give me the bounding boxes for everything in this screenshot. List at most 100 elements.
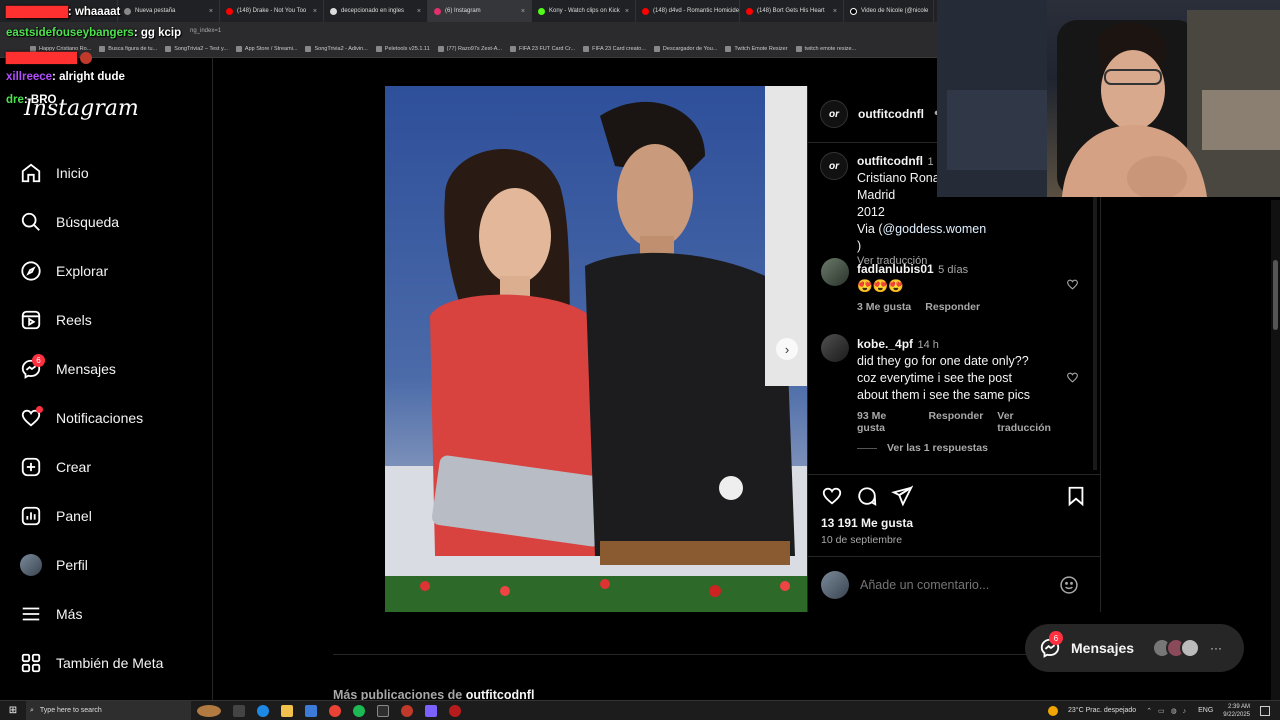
browser-tab[interactable]: decepcionado en ingles × (324, 0, 428, 22)
app-icon[interactable] (401, 704, 413, 717)
chat-message: xillreece: alright dude (6, 71, 125, 83)
divider (333, 654, 1033, 655)
page-scrollbar[interactable] (1271, 200, 1280, 700)
comment-input[interactable] (860, 575, 1050, 595)
close-tab-icon[interactable]: × (521, 8, 525, 15)
search-icon: ⌕ (30, 706, 34, 714)
like-icon[interactable] (821, 485, 843, 507)
bookmark-item[interactable]: Twitch Emote Resizer (725, 45, 788, 52)
avatar (1180, 638, 1201, 658)
emoji-icon[interactable] (1059, 575, 1079, 595)
next-photo-button[interactable]: › (776, 338, 798, 360)
close-tab-icon[interactable]: × (417, 8, 421, 15)
browser-tab[interactable]: Video de Nicole (@nicole (844, 0, 934, 22)
bookmark-item[interactable]: SongTrivia2 – Test y... (165, 45, 228, 52)
nav-item-perfil[interactable]: Perfil (20, 550, 88, 580)
translate-link[interactable]: Ver traducción (997, 410, 1067, 434)
chart-icon (21, 506, 41, 526)
author-username[interactable]: outfitcodnfl (858, 107, 924, 121)
like-comment-icon[interactable] (1066, 371, 1079, 384)
system-tray: 23°C Prac. despejado ⌃ ▭ ◍ ♪ ENG 2:39 AM… (1048, 703, 1280, 719)
chevron-right-icon: › (784, 341, 790, 357)
chat-username: ▇▇▇▇▇▇▇ (6, 6, 68, 18)
menu-icon (22, 607, 40, 621)
nav-item-mensajes[interactable]: 6 Mensajes (20, 354, 116, 384)
comment-likes[interactable]: 3 Me gusta (857, 301, 911, 313)
view-replies[interactable]: Ver las 1 respuestas (857, 442, 988, 454)
save-icon[interactable] (1065, 485, 1087, 507)
browser-tab[interactable]: (148) d4vd - Romantic Homicide× (636, 0, 740, 22)
scrollbar-thumb[interactable] (1273, 260, 1278, 330)
bookmark-item[interactable]: (77) Razo97s Zest-A... (437, 45, 502, 52)
nav-item-inicio[interactable]: Inicio (20, 158, 89, 188)
close-tab-icon[interactable]: × (833, 8, 837, 15)
like-comment-icon[interactable] (1066, 278, 1079, 291)
bookmark-item[interactable]: FIFA 23 Card creato... (583, 45, 646, 52)
mention-link[interactable]: @goddess.women (882, 222, 986, 236)
mail-icon[interactable] (305, 704, 317, 717)
nav-item-explorar[interactable]: Explorar (20, 256, 108, 286)
webcam-illustration (937, 0, 1280, 197)
windows-start-icon[interactable]: ⊞ (0, 705, 26, 716)
bookmark-item[interactable]: twitch emote resize... (795, 45, 856, 52)
taskbar-search[interactable]: ⌕ Type here to search (26, 700, 191, 720)
nav-item-crear[interactable]: Crear (20, 452, 91, 482)
reply-button[interactable]: Responder (928, 410, 983, 434)
file-explorer-icon[interactable] (281, 704, 293, 717)
close-tab-icon[interactable]: × (625, 8, 629, 15)
bookmark-favicon (305, 45, 312, 52)
notifications-icon[interactable] (1260, 705, 1270, 716)
commenter-avatar[interactable] (821, 334, 849, 362)
clock[interactable]: 2:39 AM 9/22/2025 (1223, 703, 1250, 719)
app-icon[interactable] (377, 704, 389, 717)
discord-icon[interactable] (425, 704, 437, 717)
nav-item-panel[interactable]: Panel (20, 501, 92, 531)
nav-item-notificaciones[interactable]: Notificaciones (20, 403, 143, 433)
share-icon[interactable] (891, 485, 913, 507)
obs-icon[interactable] (449, 704, 461, 717)
bookmark-favicon (653, 45, 660, 52)
meta-icon (21, 653, 41, 673)
bookmark-item[interactable]: SongTrivia2 - Adivin... (305, 45, 368, 52)
reply-button[interactable]: Responder (925, 301, 980, 313)
likes-count[interactable]: 13 191 Me gusta (821, 516, 913, 530)
post-photo[interactable] (385, 86, 807, 612)
nav-item-mas[interactable]: Más (20, 599, 82, 629)
browser-tab[interactable]: (148) Bort Gets His Heart × (740, 0, 844, 22)
tray-icons[interactable]: ⌃ ▭ ◍ ♪ (1146, 707, 1188, 715)
nav-item-reels[interactable]: Reels (20, 305, 92, 335)
caption-username[interactable]: outfitcodnfl (857, 154, 923, 168)
author-avatar[interactable]: or (820, 100, 848, 128)
bookmark-item[interactable]: Peletools v25.1.11 (375, 45, 430, 52)
chrome-icon[interactable] (329, 704, 341, 717)
nav-item-busqueda[interactable]: Búsqueda (20, 207, 119, 237)
instagram-sidebar: Instagram Inicio Búsqueda Explorar Reels… (0, 58, 213, 700)
bookmark-item[interactable]: App Store / Streami... (235, 45, 297, 52)
commenter-avatar[interactable] (821, 258, 849, 286)
instagram-icon (434, 7, 441, 15)
comment-likes[interactable]: 93 Me gusta (857, 410, 914, 434)
author-avatar[interactable]: or (820, 152, 848, 180)
browser-tab[interactable]: Nueva pestaña × (118, 0, 220, 22)
more-icon[interactable]: ··· (1210, 641, 1222, 655)
edge-icon[interactable] (257, 704, 269, 717)
close-tab-icon[interactable]: × (313, 8, 317, 15)
bookmark-item[interactable]: FIFA 23 FUT Card Cr... (509, 45, 575, 52)
post-photo-illustration (385, 86, 807, 612)
browser-tab[interactable]: (148) Drake - Not You Too × (220, 0, 324, 22)
browser-tab[interactable]: Kony - Watch clips on Kick × (532, 0, 636, 22)
bookmark-item[interactable]: Busca figura de tu... (99, 45, 157, 52)
youtube-icon (642, 7, 649, 15)
spotify-icon[interactable] (353, 704, 365, 717)
bookmark-item[interactable]: Descargador de You... (653, 45, 717, 52)
browser-tab-active[interactable]: (6) Instagram × (428, 0, 532, 22)
close-tab-icon[interactable]: × (209, 8, 213, 15)
messenger-icon-wrap: 6 (1039, 631, 1063, 659)
messages-pill[interactable]: 6 Mensajes ··· (1025, 624, 1244, 672)
saturn-icon[interactable] (197, 704, 221, 717)
comment-icon[interactable] (856, 485, 878, 507)
task-view-icon[interactable] (233, 704, 245, 717)
chat-message: dre: BRO (6, 94, 57, 106)
divider (808, 556, 1100, 557)
nav-item-tambien-de-meta[interactable]: También de Meta (20, 648, 163, 678)
